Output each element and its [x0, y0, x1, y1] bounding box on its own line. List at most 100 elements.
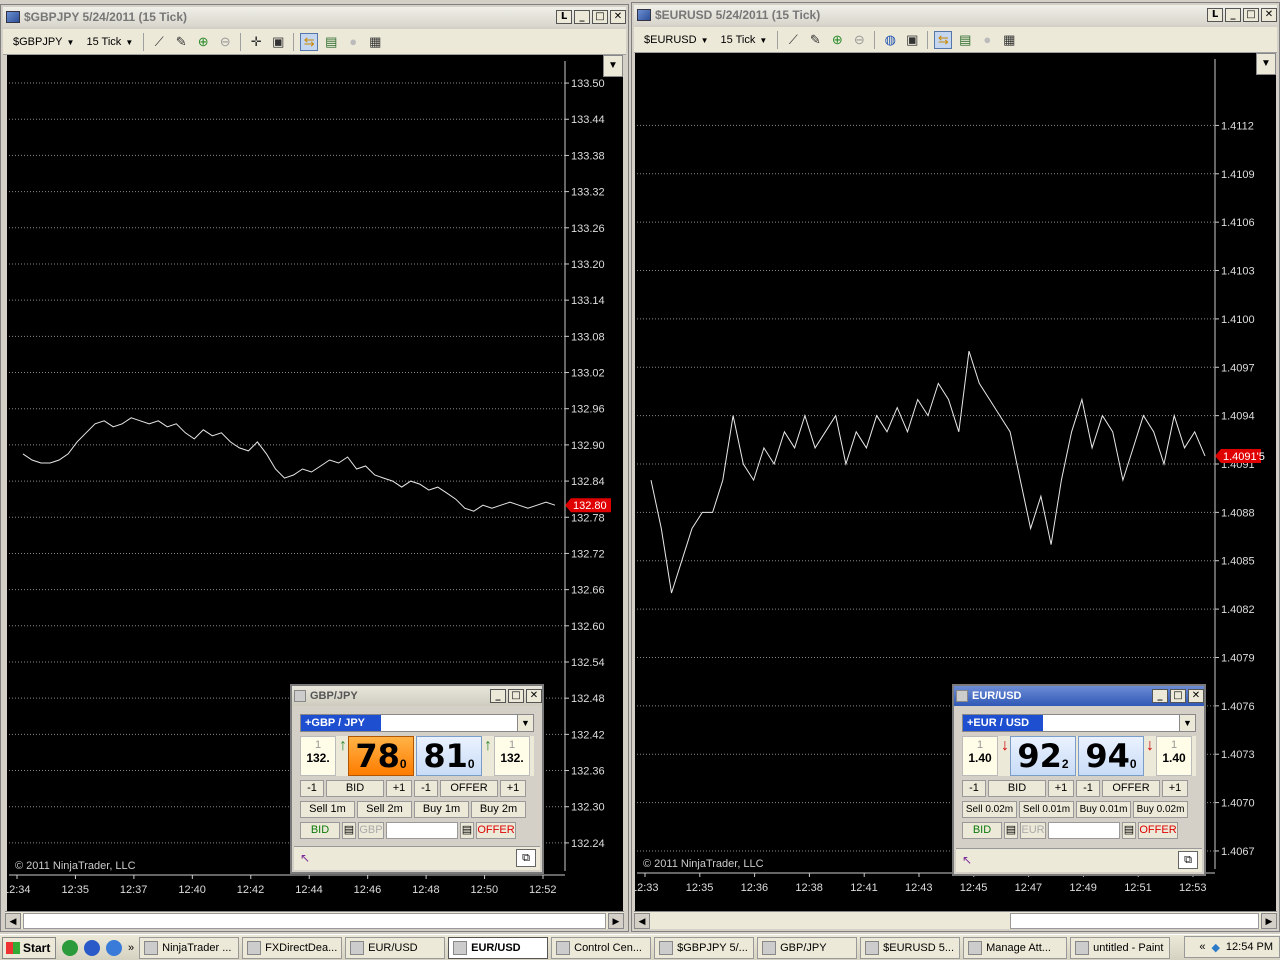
scroll-left-arrow[interactable]: ◀: [5, 913, 21, 929]
offer-lot-box[interactable]: 1 132.: [494, 736, 530, 776]
taskbar-item[interactable]: EUR/USD: [448, 936, 549, 959]
close-button[interactable]: ✕: [1261, 8, 1277, 22]
strategies-icon[interactable]: ●: [344, 33, 362, 51]
chart-trader-icon[interactable]: ⇆: [934, 30, 953, 49]
interval-dropdown[interactable]: 15 Tick ▼: [82, 36, 137, 48]
gbpjpy-panel-titlebar[interactable]: GBP/JPY _ □ ✕: [292, 686, 542, 706]
bid-price-button[interactable]: 780: [348, 736, 414, 776]
minimize-button[interactable]: _: [574, 10, 590, 24]
chevron-down-icon[interactable]: ▼: [1179, 715, 1195, 731]
bid-order-button[interactable]: BID: [962, 822, 1002, 839]
offer-label[interactable]: OFFER: [1102, 780, 1160, 797]
bid-plus-button[interactable]: +1: [386, 780, 412, 797]
bid-label[interactable]: BID: [988, 780, 1046, 797]
bid-price-button[interactable]: 922: [1010, 736, 1076, 776]
clock[interactable]: 12:54 PM: [1226, 941, 1273, 953]
chart-menu-button[interactable]: ▼: [603, 55, 623, 77]
data-box-icon[interactable]: ▦: [1000, 31, 1018, 49]
chart-menu-button[interactable]: ▼: [1256, 53, 1276, 75]
instrument-dropdown[interactable]: $EURUSD ▼: [640, 34, 713, 46]
taskbar-item[interactable]: $EURUSD 5...: [860, 936, 961, 959]
indicators-icon[interactable]: ▤: [322, 33, 340, 51]
instrument-dropdown[interactable]: $GBPJPY ▼: [9, 36, 78, 48]
scroll-right-arrow[interactable]: ▶: [1261, 913, 1277, 929]
maximize-button[interactable]: □: [592, 10, 608, 24]
bid-lot-box[interactable]: 1 132.: [300, 736, 336, 776]
zoom-out-icon[interactable]: ⊖: [850, 31, 868, 49]
offer-lot-box[interactable]: 1 1.40: [1156, 736, 1192, 776]
offer-plus-button[interactable]: +1: [1162, 780, 1188, 797]
bid-ticket-icon[interactable]: ▤: [1004, 822, 1018, 839]
bid-order-button[interactable]: BID: [300, 822, 340, 839]
close-button[interactable]: ✕: [1188, 689, 1204, 703]
drawing-tools-icon[interactable]: ⟋: [784, 31, 802, 49]
indicators-icon[interactable]: ▤: [956, 31, 974, 49]
taskbar-item[interactable]: $GBPJPY 5/...: [654, 936, 755, 959]
quicklaunch-app-icon[interactable]: [84, 939, 100, 956]
pencil-icon[interactable]: ✎: [172, 33, 190, 51]
bid-ticket-icon[interactable]: ▤: [342, 822, 356, 839]
left-horizontal-scrollbar[interactable]: ◀ ▶: [5, 911, 624, 929]
taskbar-item[interactable]: EUR/USD: [345, 936, 446, 959]
close-button[interactable]: ✕: [610, 10, 626, 24]
tray-expand-icon[interactable]: «: [1199, 941, 1205, 953]
chevron-right-icon[interactable]: »: [128, 942, 134, 954]
taskbar-item[interactable]: Control Cen...: [551, 936, 652, 959]
pin-icon[interactable]: ↖: [300, 851, 310, 865]
taskbar-item[interactable]: GBP/JPY: [757, 936, 858, 959]
offer-label[interactable]: OFFER: [440, 780, 498, 797]
buy-2m-button[interactable]: Buy 2m: [471, 801, 526, 818]
bid-plus-button[interactable]: +1: [1048, 780, 1074, 797]
buy-002m-button[interactable]: Buy 0.02m: [1133, 801, 1188, 818]
bid-minus-button[interactable]: -1: [962, 780, 986, 797]
interval-dropdown[interactable]: 15 Tick ▼: [717, 34, 772, 46]
quicklaunch-bluetooth-icon[interactable]: [106, 939, 122, 956]
maximize-button[interactable]: □: [1170, 689, 1186, 703]
scroll-left-arrow[interactable]: ◀: [634, 913, 650, 929]
quicklaunch-browser-icon[interactable]: [62, 939, 78, 956]
offer-order-button[interactable]: OFFER: [1138, 822, 1178, 839]
right-horizontal-scrollbar[interactable]: ◀ ▶: [634, 911, 1277, 929]
eurusd-panel-titlebar[interactable]: EUR/USD _ □ ✕: [954, 686, 1204, 706]
minimize-button[interactable]: _: [490, 689, 506, 703]
left-window-titlebar[interactable]: $GBPJPY 5/24/2011 (15 Tick) L _ □ ✕: [3, 7, 626, 27]
offer-ticket-icon[interactable]: ▤: [1122, 822, 1136, 839]
detach-icon[interactable]: ⧉: [516, 849, 536, 867]
currency-button[interactable]: GBP: [358, 822, 384, 839]
bid-label[interactable]: BID: [326, 780, 384, 797]
minimize-button[interactable]: _: [1225, 8, 1241, 22]
offer-price-button[interactable]: 810: [416, 736, 482, 776]
drawing-tools-icon[interactable]: ⟋: [150, 33, 168, 51]
maximize-button[interactable]: □: [1243, 8, 1259, 22]
network-icon[interactable]: ◆: [1211, 941, 1219, 954]
strategies-icon[interactable]: ●: [978, 31, 996, 49]
pair-selector[interactable]: +EUR / USD ▼: [962, 714, 1196, 732]
pair-selector[interactable]: +GBP / JPY ▼: [300, 714, 534, 732]
buy-001m-button[interactable]: Buy 0.01m: [1076, 801, 1131, 818]
maximize-button[interactable]: □: [508, 689, 524, 703]
offer-plus-button[interactable]: +1: [500, 780, 526, 797]
sell-001m-button[interactable]: Sell 0.01m: [1019, 801, 1074, 818]
amount-input[interactable]: [386, 822, 458, 839]
scroll-thumb[interactable]: [23, 913, 606, 929]
start-button[interactable]: Start: [2, 936, 56, 959]
link-icon[interactable]: L: [1207, 8, 1223, 22]
currency-button[interactable]: EUR: [1020, 822, 1046, 839]
sell-2m-button[interactable]: Sell 2m: [357, 801, 412, 818]
zoom-out-icon[interactable]: ⊖: [216, 33, 234, 51]
offer-minus-button[interactable]: -1: [414, 780, 438, 797]
pin-icon[interactable]: ↖: [962, 853, 972, 867]
pencil-icon[interactable]: ✎: [806, 31, 824, 49]
sell-002m-button[interactable]: Sell 0.02m: [962, 801, 1017, 818]
taskbar-item[interactable]: Manage Att...: [963, 936, 1068, 959]
sell-1m-button[interactable]: Sell 1m: [300, 801, 355, 818]
chart-trader-icon[interactable]: ⇆: [300, 32, 319, 51]
globe-icon[interactable]: ◍: [881, 31, 899, 49]
zoom-in-icon[interactable]: ⊕: [194, 33, 212, 51]
right-window-titlebar[interactable]: $EURUSD 5/24/2011 (15 Tick) L _ □ ✕: [634, 5, 1277, 25]
bid-minus-button[interactable]: -1: [300, 780, 324, 797]
offer-minus-button[interactable]: -1: [1076, 780, 1100, 797]
properties-icon[interactable]: ▣: [903, 31, 921, 49]
data-box-icon[interactable]: ▦: [366, 33, 384, 51]
properties-icon[interactable]: ▣: [269, 33, 287, 51]
